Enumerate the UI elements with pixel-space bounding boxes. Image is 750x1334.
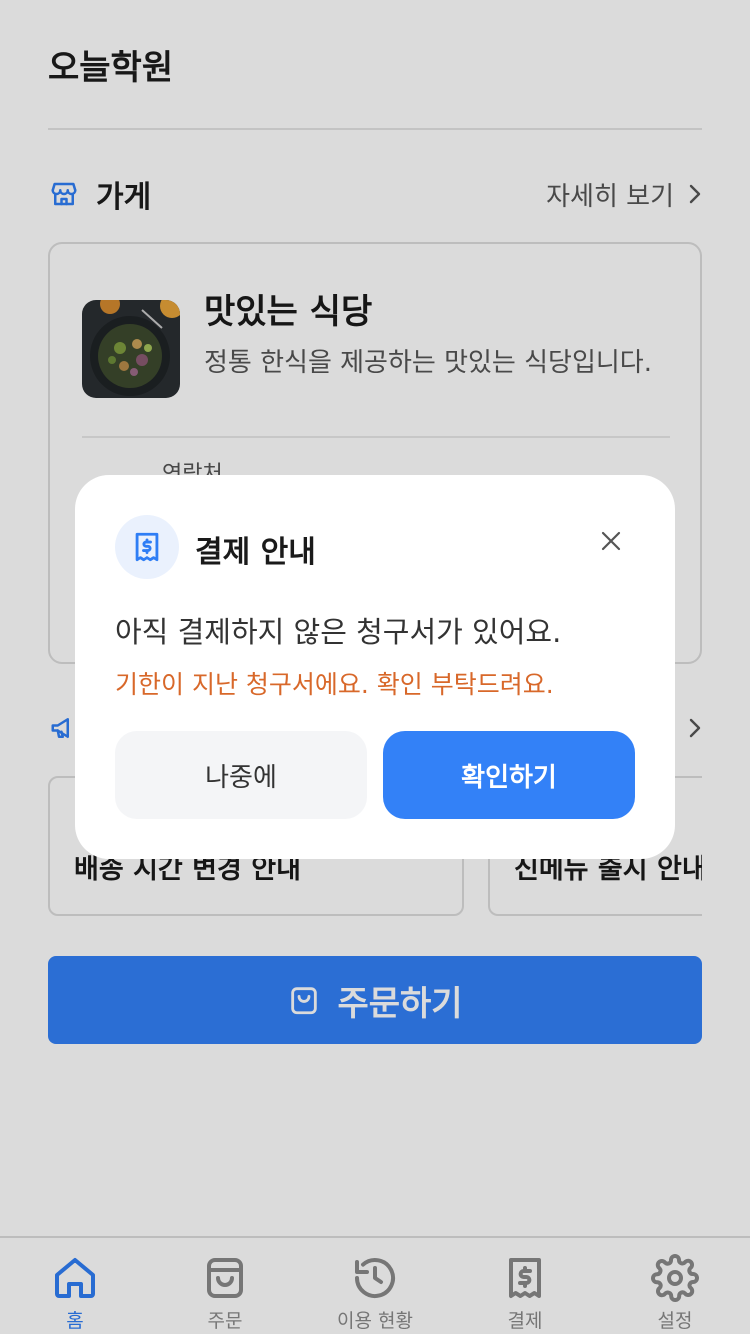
modal-title: 결제 안내 <box>195 535 316 570</box>
close-icon[interactable] <box>591 521 631 561</box>
modal-message: 아직 결제하지 않은 청구서가 있어요. <box>115 615 562 649</box>
receipt-icon <box>115 515 179 579</box>
confirm-button[interactable]: 확인하기 <box>383 731 635 819</box>
modal-warning: 기한이 지난 청구서에요. 확인 부탁드려요. <box>115 670 554 699</box>
later-button[interactable]: 나중에 <box>115 731 367 819</box>
payment-notice-modal: 결제 안내 아직 결제하지 않은 청구서가 있어요. 기한이 지난 청구서에요.… <box>75 475 675 859</box>
